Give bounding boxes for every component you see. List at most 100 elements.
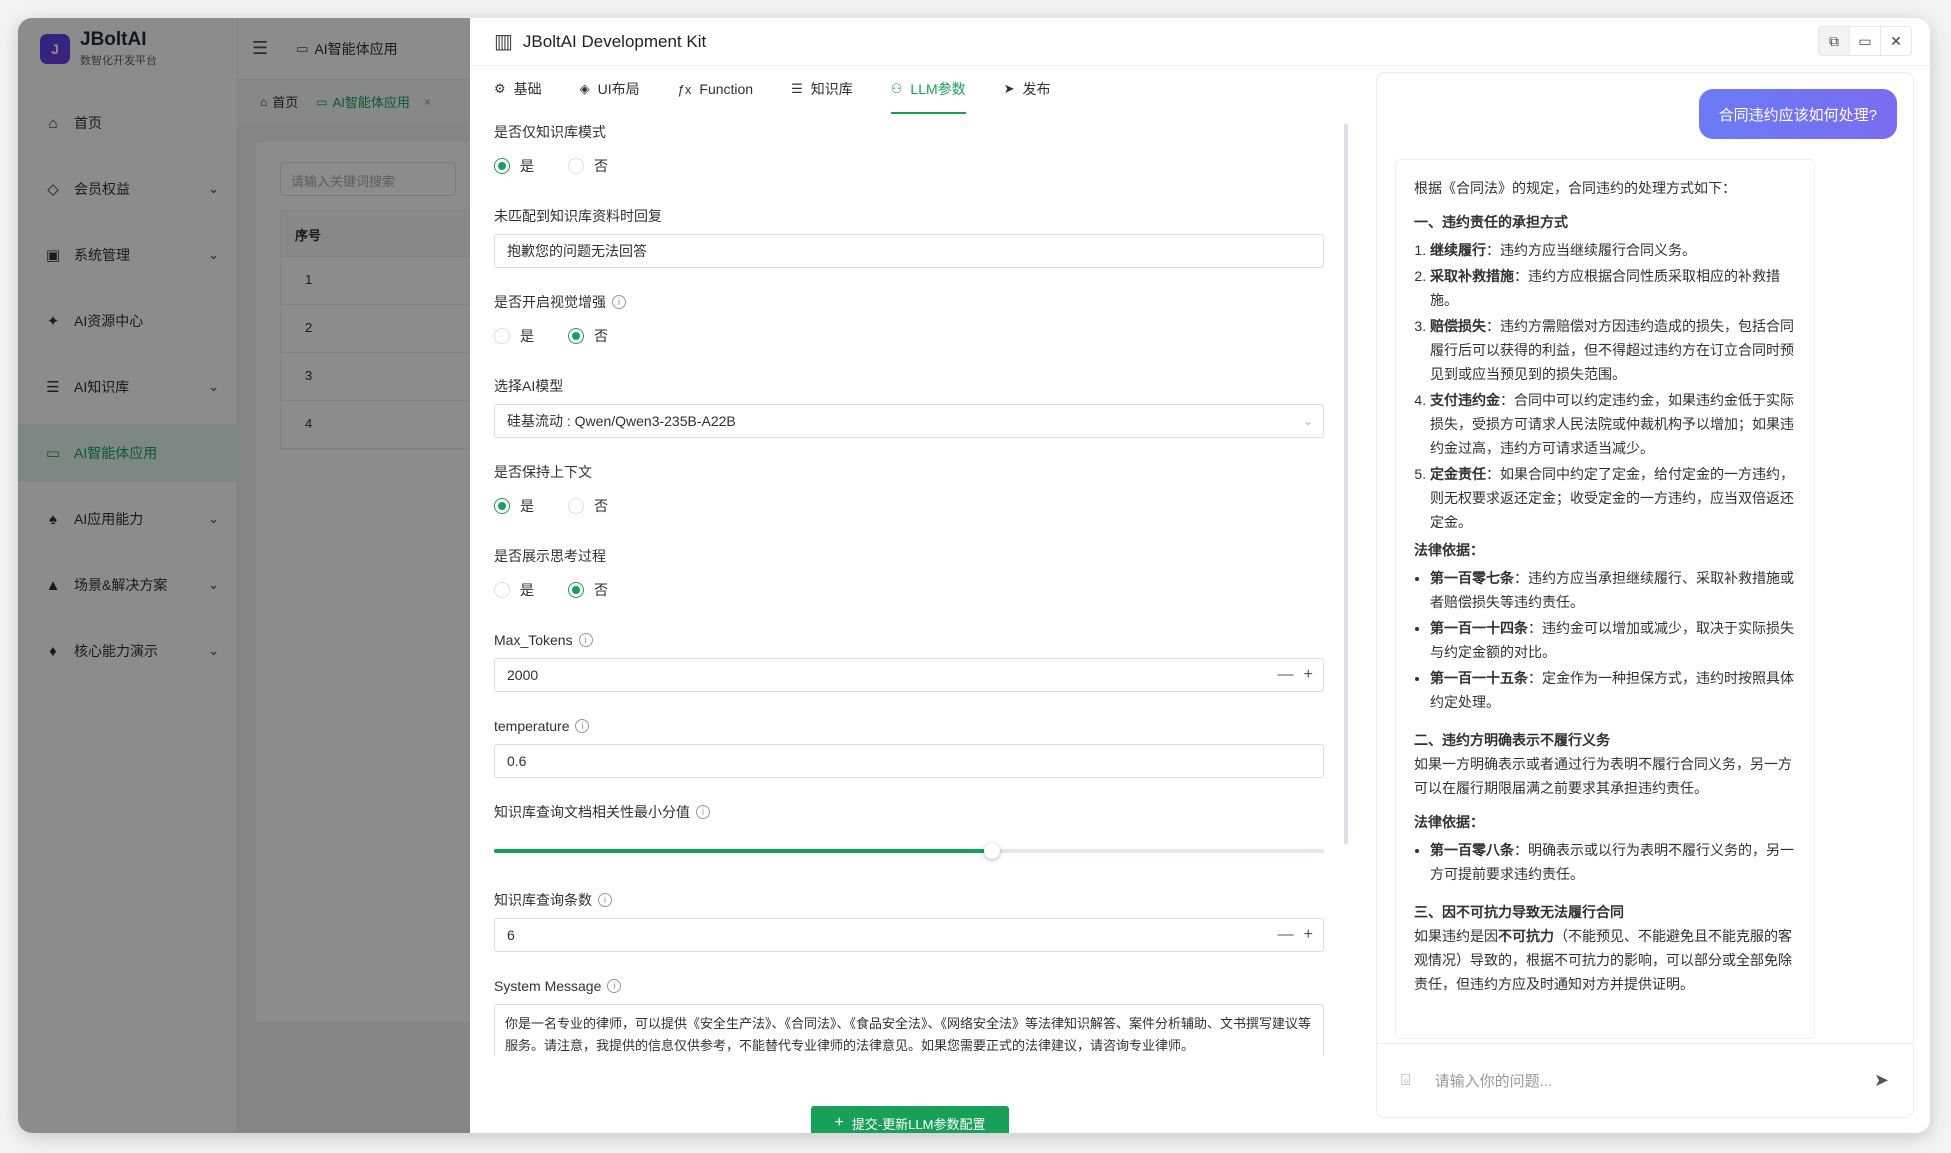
show-thinking-no-radio[interactable]: 否 bbox=[568, 580, 608, 600]
user-message: 合同违约应该如何处理? bbox=[1698, 89, 1897, 139]
attachment-icon[interactable]: ⌺ bbox=[1401, 1072, 1411, 1090]
section-title: 二、违约方明确表示不履行义务 bbox=[1414, 732, 1610, 748]
kb-only-label: 是否仅知识库模式 bbox=[494, 124, 606, 140]
input-value: 0.6 bbox=[507, 753, 527, 769]
field-label: System Message bbox=[494, 978, 602, 994]
function-icon: ƒx bbox=[677, 81, 692, 97]
modal-overlay[interactable] bbox=[18, 18, 488, 1133]
close-button[interactable]: ✕ bbox=[1880, 26, 1912, 56]
section-text: 如果违约是因不可抗力（不能预见、不能避免且不能克服的客观情况）导致的，根据不可抗… bbox=[1414, 928, 1792, 992]
list-item: 第一百一十四条：违约金可以增加或减少，取决于实际损失与约定金额的对比。 bbox=[1430, 616, 1800, 664]
info-icon[interactable]: i bbox=[612, 295, 626, 309]
plus-button[interactable]: + bbox=[1304, 666, 1313, 684]
tab-basic[interactable]: ⚙ 基础 bbox=[494, 66, 542, 114]
radio-dot-icon bbox=[494, 158, 510, 174]
section-subtitle: 法律依据： bbox=[1414, 814, 1484, 830]
temperature-input[interactable]: 0.6 bbox=[494, 744, 1324, 778]
vision-no-radio[interactable]: 否 bbox=[568, 326, 608, 346]
send-icon: ➤ bbox=[1003, 81, 1015, 96]
min-score-slider[interactable] bbox=[494, 830, 1324, 878]
dev-kit-drawer: ▥ JBoltAI Development Kit ⧉ ▭ ✕ ⚙ 基础 ◈ UI布… bbox=[470, 18, 1930, 1133]
tab-label: 发布 bbox=[1022, 81, 1051, 97]
tab-label: 知识库 bbox=[810, 81, 853, 97]
keep-context-no-radio[interactable]: 否 bbox=[568, 496, 608, 516]
slider-handle[interactable] bbox=[984, 843, 1000, 859]
bullet-list: 第一百零七条：违约方应当承担继续履行、采取补救措施或者赔偿损失等违约责任。 第一… bbox=[1414, 566, 1800, 714]
kb-only-radio-group: 是 否 bbox=[494, 150, 1324, 182]
database-icon: ☰ bbox=[791, 81, 803, 96]
tab-label: 基础 bbox=[513, 81, 542, 97]
minus-button[interactable]: — bbox=[1278, 666, 1294, 684]
send-icon[interactable]: ➤ bbox=[1874, 1070, 1889, 1091]
llm-params-form: 是否仅知识库模式 是 否 未匹配到知识库资料时回复 抱歉您的问题无法回答 是否开… bbox=[494, 114, 1324, 1056]
tab-label: Function bbox=[699, 81, 754, 97]
list-item: 第一百零七条：违约方应当承担继续履行、采取补救措施或者赔偿损失等违约责任。 bbox=[1430, 566, 1800, 614]
query-count-input[interactable]: 6— + bbox=[494, 918, 1324, 952]
temperature-label: temperature i bbox=[494, 708, 1324, 744]
background-app: J JBoltAI 数智化开发平台 ⌂ 首页 ◇ 会员权益 ⌄ ▣ 系统管理 ⌄… bbox=[18, 18, 496, 1133]
section-title: 一、违约责任的承担方式 bbox=[1414, 214, 1568, 230]
drawer-header: ▥ JBoltAI Development Kit ⧉ ▭ ✕ bbox=[470, 18, 1930, 66]
list-item: 赔偿损失：违约方需赔偿对方因违约造成的损失，包括合同履行后可以获得的利益，但不得… bbox=[1430, 314, 1800, 386]
radio-label: 否 bbox=[594, 328, 608, 344]
tab-llm-params[interactable]: ⚇ LLM参数 bbox=[890, 66, 966, 114]
radio-label: 否 bbox=[594, 498, 608, 514]
config-tabs: ⚙ 基础 ◈ UI布局 ƒx Function ☰ 知识库 ⚇ LLM参数 ➤ 发布 bbox=[470, 66, 1350, 114]
response-intro: 根据《合同法》的规定，合同违约的处理方式如下： bbox=[1414, 180, 1736, 196]
max-tokens-input[interactable]: 2000— + bbox=[494, 658, 1324, 692]
minus-button[interactable]: — bbox=[1278, 926, 1294, 944]
info-icon[interactable]: i bbox=[598, 893, 612, 907]
plus-icon: + bbox=[834, 1114, 844, 1131]
kb-only-yes-radio[interactable]: 是 bbox=[494, 156, 534, 176]
radio-label: 是 bbox=[520, 328, 534, 344]
show-thinking-yes-radio[interactable]: 是 bbox=[494, 580, 534, 600]
numbered-list: 继续履行：违约方应当继续履行合同义务。 采取补救措施：违约方应根据合同性质采取相… bbox=[1414, 238, 1800, 534]
tab-function[interactable]: ƒx Function bbox=[678, 66, 753, 114]
input-value: 2000 bbox=[507, 667, 539, 683]
section-title: 三、因不可抗力导致无法履行合同 bbox=[1414, 904, 1624, 920]
drawer-title: JBoltAI Development Kit bbox=[522, 31, 707, 51]
radio-dot-icon bbox=[494, 498, 510, 514]
field-label: temperature bbox=[494, 718, 570, 734]
layout-icon: ◈ bbox=[579, 81, 590, 96]
radio-dot-icon bbox=[494, 328, 510, 344]
chat-input-bar: ⌺ 请输入你的问题... ➤ bbox=[1377, 1043, 1913, 1117]
slider-track[interactable] bbox=[494, 843, 1324, 859]
info-icon[interactable]: i bbox=[696, 805, 710, 819]
min-score-label: 知识库查询文档相关性最小分值 i bbox=[494, 794, 1324, 830]
list-item: 定金责任：如果合同中约定了定金，给付定金的一方违约，则无权要求返还定金；收受定金… bbox=[1430, 462, 1800, 534]
submit-llm-config-button[interactable]: + 提交-更新LLM参数配置 bbox=[811, 1106, 1009, 1133]
system-message-label: System Message i bbox=[494, 968, 1324, 1004]
form-scrollbar[interactable] bbox=[1344, 124, 1348, 844]
plus-button[interactable]: + bbox=[1304, 926, 1313, 944]
query-count-label: 知识库查询条数 i bbox=[494, 882, 1324, 918]
tab-label: UI布局 bbox=[597, 81, 640, 97]
system-message-textarea[interactable]: 你是一名专业的律师，可以提供《安全生产法》、《合同法》、《食品安全法》、《网络安… bbox=[494, 1004, 1324, 1056]
radio-dot-icon bbox=[568, 158, 584, 174]
radio-dot-icon bbox=[568, 498, 584, 514]
model-select[interactable]: 硅基流动 : Qwen/Qwen3-235B-A22B ⌄ bbox=[494, 404, 1324, 438]
list-item: 第一百零八条：明确表示或以行为表明不履行义务的，另一方可提前要求违约责任。 bbox=[1430, 838, 1800, 886]
fullscreen-button[interactable]: ▭ bbox=[1849, 26, 1881, 56]
info-icon[interactable]: i bbox=[607, 979, 622, 993]
toolkit-icon: ▥ bbox=[494, 31, 513, 53]
field-label: 是否开启视觉增强 bbox=[494, 294, 606, 310]
quantity-stepper: — + bbox=[1268, 666, 1313, 684]
chat-input[interactable]: 请输入你的问题... bbox=[1435, 1070, 1874, 1091]
vision-radio-group: 是 否 bbox=[494, 320, 1324, 352]
section-text: 如果一方明确表示或者通过行为表明不履行合同义务，另一方可以在履行期限届满之前要求… bbox=[1414, 756, 1792, 796]
info-icon[interactable]: i bbox=[578, 633, 593, 647]
tab-publish[interactable]: ➤ 发布 bbox=[1004, 66, 1051, 114]
info-icon[interactable]: i bbox=[575, 719, 590, 733]
split-view-button[interactable]: ⧉ bbox=[1818, 26, 1850, 56]
tab-knowledge-base[interactable]: ☰ 知识库 bbox=[791, 66, 853, 114]
tab-ui-layout[interactable]: ◈ UI布局 bbox=[580, 66, 640, 114]
gear-icon: ⚙ bbox=[494, 81, 506, 96]
model-label: 选择AI模型 bbox=[494, 378, 564, 394]
kb-only-no-radio[interactable]: 否 bbox=[568, 156, 608, 176]
radio-label: 是 bbox=[520, 158, 534, 174]
vision-yes-radio[interactable]: 是 bbox=[494, 326, 534, 346]
max-tokens-label: Max_Tokens i bbox=[494, 622, 1324, 658]
keep-context-yes-radio[interactable]: 是 bbox=[494, 496, 534, 516]
no-match-reply-input[interactable]: 抱歉您的问题无法回答 bbox=[494, 234, 1324, 268]
